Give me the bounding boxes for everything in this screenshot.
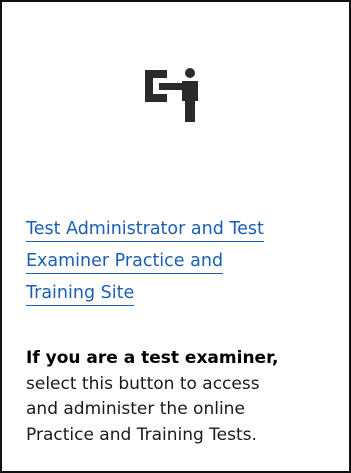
description-line-1: select this button to access (26, 373, 260, 394)
presenter-whiteboard-icon (145, 68, 201, 122)
description-lead: If you are a test examiner, (26, 348, 279, 368)
link-line-2[interactable]: Examiner Practice and (26, 249, 224, 274)
test-administrator-card[interactable]: Test Administrator and Test Examiner Pra… (0, 0, 351, 473)
link-line-1[interactable]: Test Administrator and Test (26, 217, 264, 242)
card-description: If you are a test examiner, select this … (26, 346, 341, 448)
practice-training-site-link[interactable]: Test Administrator and Test Examiner Pra… (26, 215, 336, 311)
description-line-2: and administer the online (26, 399, 245, 419)
description-line-3: Practice and Training Tests. (26, 424, 257, 445)
link-line-3[interactable]: Training Site (26, 281, 135, 306)
